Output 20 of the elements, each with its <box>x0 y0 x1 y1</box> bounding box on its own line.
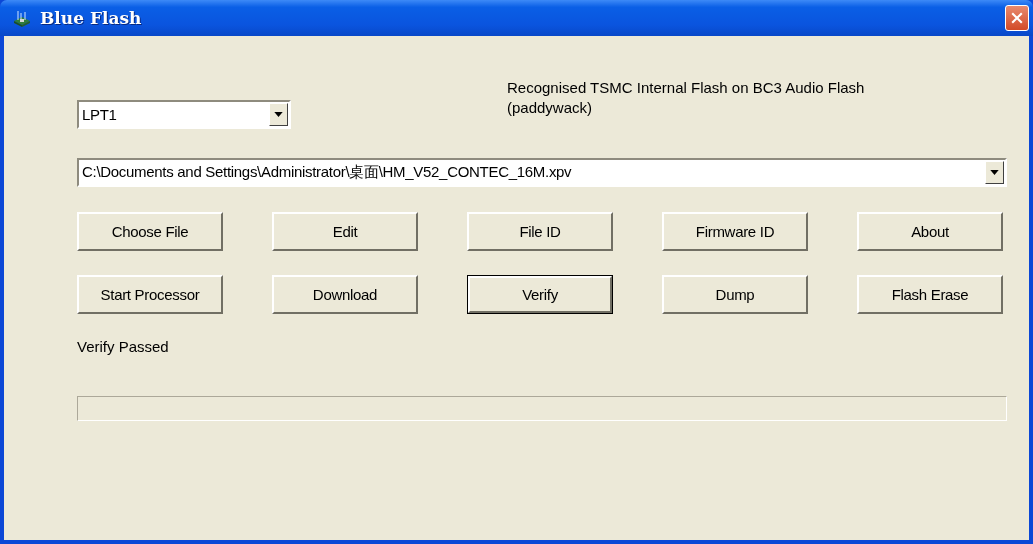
action-button[interactable]: Flash Erase <box>857 275 1003 314</box>
action-button[interactable]: Choose File <box>77 212 223 251</box>
action-button[interactable]: Edit <box>272 212 418 251</box>
close-icon <box>1009 10 1025 26</box>
action-button[interactable]: Start Processor <box>77 275 223 314</box>
action-button[interactable]: Download <box>272 275 418 314</box>
device-info-text: Recognised TSMC Internal Flash on BC3 Audio Flash (paddywack) <box>507 78 866 118</box>
action-button[interactable]: Firmware ID <box>662 212 808 251</box>
file-path-dropdown[interactable]: C:\Documents and Settings\Administrator\桌面\HM_V52_CONTEC_16M.xpv <box>77 158 1007 187</box>
circuit-board-icon <box>12 8 32 28</box>
dropdown-arrow-icon <box>274 112 283 117</box>
action-button[interactable]: File ID <box>467 212 613 251</box>
status-text: Verify Passed <box>77 338 170 357</box>
action-button[interactable]: Dump <box>662 275 808 314</box>
close-button[interactable] <box>1005 5 1029 31</box>
action-button[interactable]: Verify <box>467 275 613 314</box>
window-title: Blue Flash <box>40 8 143 28</box>
port-dropdown[interactable]: LPT1 <box>77 100 291 129</box>
dropdown-arrow-icon <box>990 170 999 175</box>
action-button[interactable]: About <box>857 212 1003 251</box>
